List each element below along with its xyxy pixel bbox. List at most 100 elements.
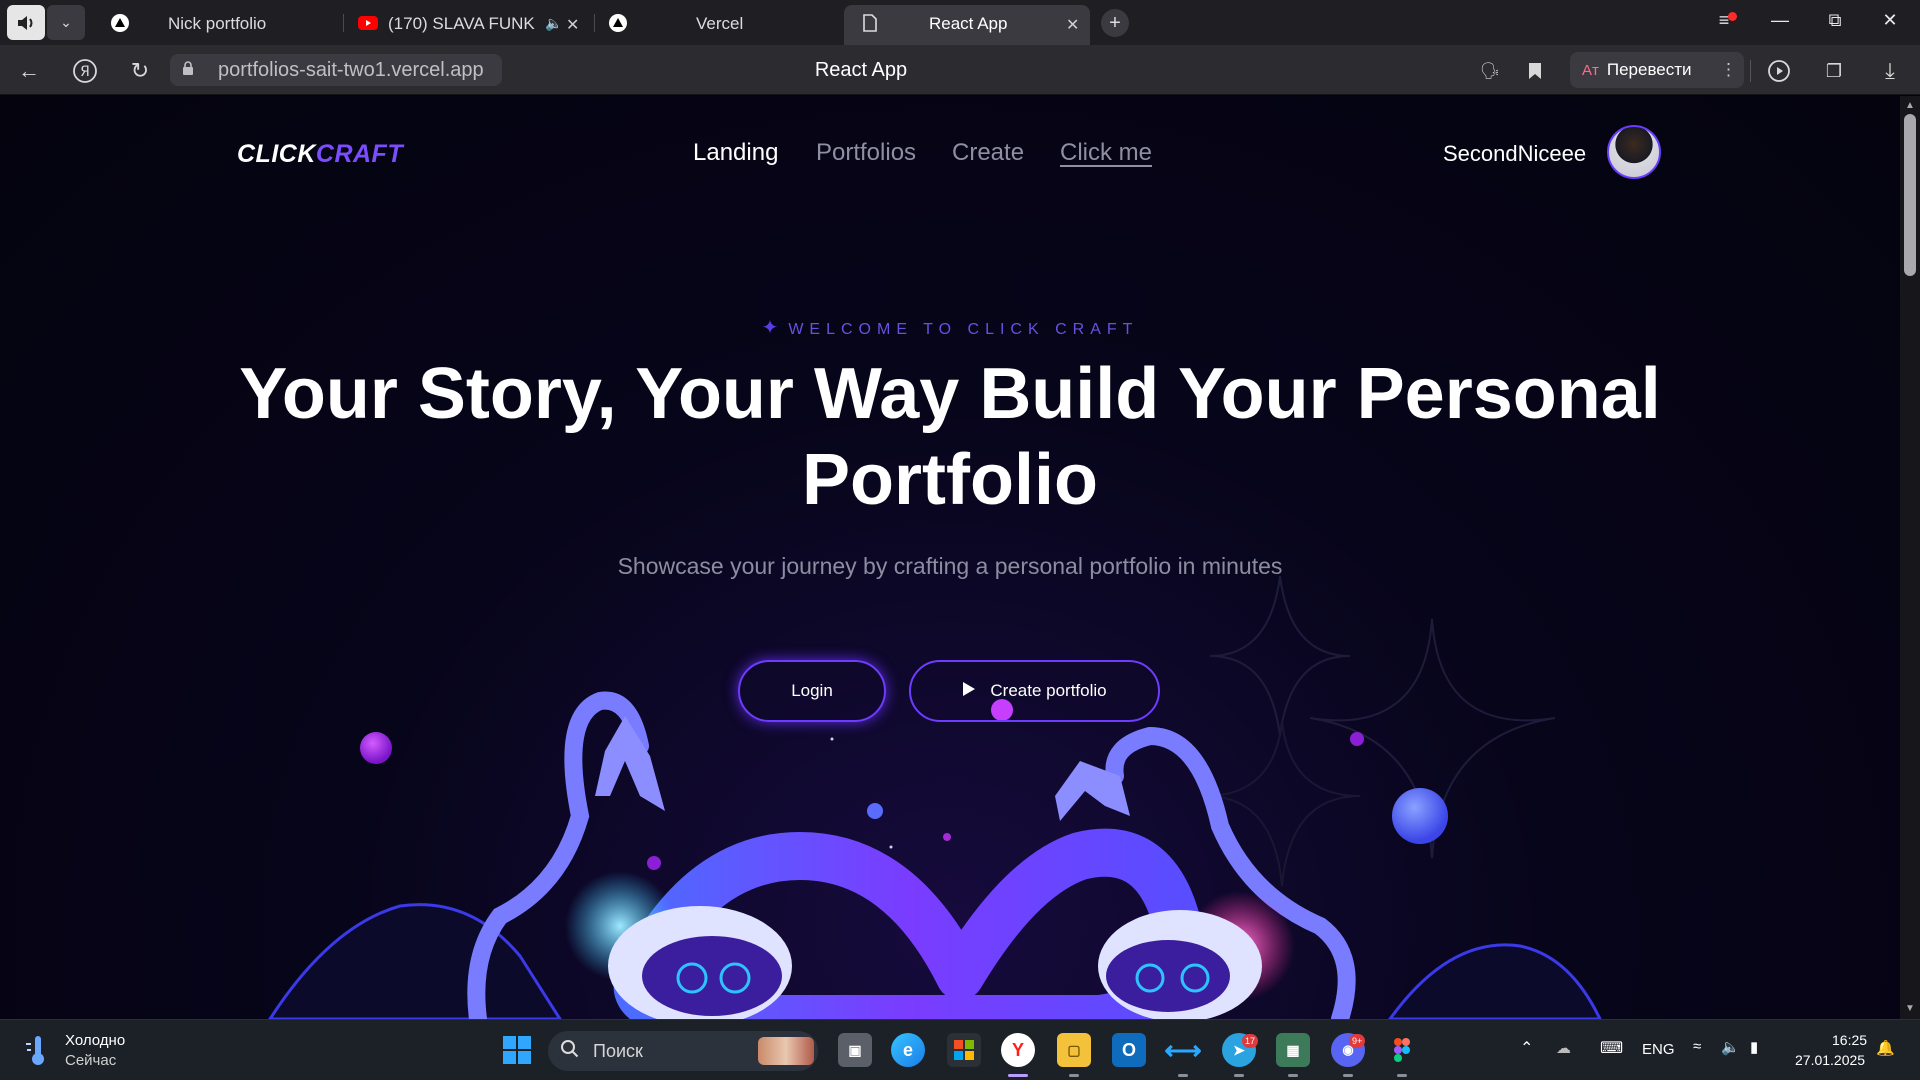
tab-title: React App <box>929 14 1008 33</box>
site-logo[interactable]: CLICKCRAFT <box>237 140 403 169</box>
translate-page-button[interactable]: 🗣 <box>1476 57 1504 85</box>
logo-word-craft: CRAFT <box>315 140 404 168</box>
downloads-button[interactable]: ⤓ <box>1876 57 1904 85</box>
create-portfolio-button[interactable]: Create portfolio <box>909 660 1160 722</box>
mute-tabs-button[interactable] <box>7 5 45 40</box>
notifications-bell-icon[interactable]: 🔔 <box>1876 1039 1895 1057</box>
app-indicator <box>1069 1074 1079 1077</box>
close-icon: ✕ <box>1882 10 1898 30</box>
weather-widget[interactable] <box>24 1034 52 1066</box>
bookmark-button[interactable] <box>1521 57 1549 85</box>
tab-title: Nick portfolio <box>168 14 267 33</box>
browser-tab-bar: ⌄ Nick portfolio (170) SLAVA FUNK! 🔈 ✕ V… <box>0 0 1920 45</box>
play-icon <box>962 681 976 702</box>
scroll-down-arrow[interactable]: ▼ <box>1903 1003 1917 1014</box>
discord-unread-badge: 9+ <box>1349 1034 1366 1048</box>
media-button[interactable] <box>1765 57 1793 85</box>
login-button[interactable]: Login <box>738 660 886 722</box>
thermometer-icon <box>26 1036 44 1065</box>
scroll-up-arrow[interactable]: ▲ <box>1903 100 1917 111</box>
collections-button[interactable]: ❐ <box>1820 57 1848 85</box>
chevron-down-icon: ⌄ <box>60 14 72 30</box>
play-circle-icon <box>1768 60 1790 82</box>
tab-youtube[interactable]: (170) SLAVA FUNK! 🔈 ✕ <box>348 5 588 41</box>
document-icon <box>860 13 880 33</box>
browser-address-bar: ← Я ↻ portfolios-sait-two1.vercel.app Re… <box>0 45 1920 95</box>
start-button[interactable] <box>500 1033 534 1067</box>
figma-app[interactable] <box>1385 1033 1419 1067</box>
store-app[interactable] <box>947 1033 981 1067</box>
vercel-triangle-icon <box>110 13 130 33</box>
cloud-offline-icon[interactable]: ☁ <box>1556 1039 1571 1057</box>
tab-divider <box>594 14 595 32</box>
nav-portfolios[interactable]: Portfolios <box>816 139 916 167</box>
figma-icon <box>1394 1038 1410 1062</box>
task-view-button[interactable]: ▣ <box>838 1033 872 1067</box>
windows-logo-icon <box>503 1036 531 1064</box>
sparkle-shape <box>1209 575 1351 737</box>
volume-icon[interactable]: 🔈 <box>1721 1038 1740 1056</box>
keyboard-icon[interactable]: ⌨ <box>1600 1038 1623 1058</box>
tab-nick-portfolio[interactable]: Nick portfolio <box>100 5 340 41</box>
tab-vercel[interactable]: Vercel <box>598 5 838 41</box>
battery-icon[interactable]: ▮ <box>1750 1038 1758 1056</box>
tabs-menu-button[interactable]: ⌄ <box>47 5 85 40</box>
sparkle-icon: ✦ <box>761 317 779 339</box>
minimize-button[interactable]: — <box>1760 10 1800 31</box>
clock-time[interactable]: 16:25 <box>1832 1032 1867 1048</box>
bookmark-icon <box>1529 63 1541 79</box>
more-vertical-icon[interactable]: ⋮ <box>1720 60 1737 80</box>
restore-button[interactable]: ⧉ <box>1815 10 1855 31</box>
edge-app[interactable]: e <box>891 1033 925 1067</box>
app-indicator <box>1397 1074 1407 1077</box>
close-tab-icon[interactable]: ✕ <box>566 15 579 35</box>
edge-icon: e <box>902 1039 913 1060</box>
translate-button[interactable]: Aт Перевести ⋮ <box>1570 52 1744 88</box>
vercel-triangle-icon <box>608 13 628 33</box>
chevron-up-icon[interactable]: ⌃ <box>1520 1038 1533 1058</box>
yandex-browser-app[interactable]: Y <box>1001 1033 1035 1067</box>
weather-subtitle: Сейчас <box>65 1052 117 1069</box>
avatar[interactable] <box>1607 125 1661 179</box>
outlook-app[interactable]: O <box>1112 1033 1146 1067</box>
nav-click-me[interactable]: Click me <box>1060 139 1152 167</box>
file-explorer-app[interactable]: ▢ <box>1057 1033 1091 1067</box>
welcome-tagline: ✦ WELCOME TO CLICK CRAFT <box>0 315 1900 340</box>
hero-subtitle: Showcase your journey by crafting a pers… <box>617 553 1283 579</box>
yandex-browser-icon: Y <box>1011 1039 1024 1060</box>
notification-dot <box>1728 12 1737 21</box>
task-view-icon: ▣ <box>848 1041 862 1058</box>
close-window-button[interactable]: ✕ <box>1870 10 1910 31</box>
audio-playing-icon[interactable]: 🔈 <box>545 15 562 32</box>
nav-landing[interactable]: Landing <box>693 139 778 167</box>
collections-icon: ❐ <box>1825 60 1843 81</box>
restore-icon: ⧉ <box>1828 10 1842 30</box>
tab-react-app[interactable]: React App ✕ <box>844 5 1090 45</box>
nav-create[interactable]: Create <box>952 139 1024 167</box>
search-icon <box>560 1039 580 1064</box>
list-icon: ≡ <box>1718 10 1730 30</box>
active-app-indicator <box>1008 1074 1028 1077</box>
close-tab-icon[interactable]: ✕ <box>1066 15 1079 35</box>
app-indicator <box>1343 1074 1353 1077</box>
tab-list-button[interactable]: ≡ <box>1704 10 1744 31</box>
download-icon: ⤓ <box>1885 58 1895 83</box>
clock-date[interactable]: 27.01.2025 <box>1795 1052 1865 1068</box>
new-tab-button[interactable]: + <box>1101 9 1129 37</box>
toolbar-divider <box>1750 60 1751 82</box>
create-portfolio-label: Create portfolio <box>990 681 1107 700</box>
sparkle-shape <box>1309 618 1556 859</box>
page-title: React App <box>814 59 908 81</box>
spreadsheet-app[interactable]: ▦ <box>1276 1033 1310 1067</box>
sparkle-shape <box>1204 720 1361 887</box>
scrollbar-thumb[interactable] <box>1904 114 1916 276</box>
vscode-app[interactable]: ⟷ <box>1164 1033 1201 1067</box>
weather-title: Холодно <box>65 1032 126 1049</box>
tab-title: Vercel <box>696 14 744 33</box>
speaker-icon <box>18 15 33 30</box>
wifi-icon[interactable]: ≈ <box>1693 1038 1701 1055</box>
welcome-text: WELCOME TO CLICK CRAFT <box>788 321 1139 338</box>
input-language[interactable]: ENG <box>1642 1041 1675 1058</box>
username[interactable]: SecondNiceee <box>1443 141 1586 167</box>
store-icon <box>954 1040 974 1060</box>
